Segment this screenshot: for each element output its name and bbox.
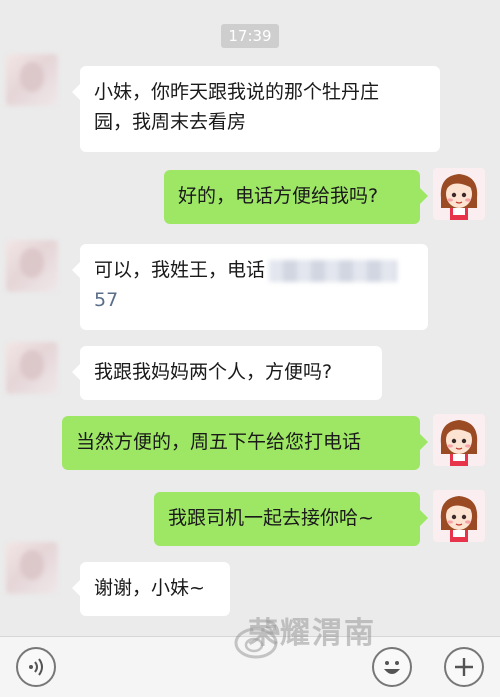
timestamp-badge: 17:39 [221,24,279,48]
contact-avatar[interactable] [6,342,58,394]
phone-number-fragment[interactable]: 57 [94,289,118,311]
my-avatar[interactable] [433,414,485,466]
voice-button[interactable] [16,647,56,687]
message-bubble-incoming[interactable]: 小妹，你昨天跟我说的那个牡丹庄 园，我周末去看房 [72,66,440,152]
emoji-button[interactable] [372,647,412,687]
my-avatar[interactable] [433,168,485,220]
contact-avatar[interactable] [6,240,58,292]
redacted-phone-number [269,259,398,282]
plus-button[interactable] [444,647,484,687]
watermark-text: 荣耀渭南 [248,616,376,651]
my-avatar[interactable] [433,490,485,542]
message-bubble-incoming[interactable]: 谢谢，小妹~ [72,562,230,616]
girl-avatar-icon [433,168,485,220]
message-bubble-outgoing[interactable]: 好的，电话方便给我吗? [164,170,428,224]
girl-avatar-icon [433,490,485,542]
contact-avatar[interactable] [6,542,58,594]
message-text: 可以，我姓王，电话 [94,259,266,281]
voice-icon [29,658,43,676]
message-bubble-outgoing[interactable]: 我跟司机一起去接你哈~ [154,492,428,546]
girl-avatar-icon [433,414,485,466]
emoji-icon [384,661,400,674]
plus-icon [455,658,473,676]
message-bubble-incoming[interactable]: 可以，我姓王，电话 57 [72,244,428,330]
message-bubble-outgoing[interactable]: 当然方便的，周五下午给您打电话 [62,416,428,470]
message-bubble-incoming[interactable]: 我跟我妈妈两个人，方便吗? [72,346,382,400]
contact-avatar[interactable] [6,54,58,106]
